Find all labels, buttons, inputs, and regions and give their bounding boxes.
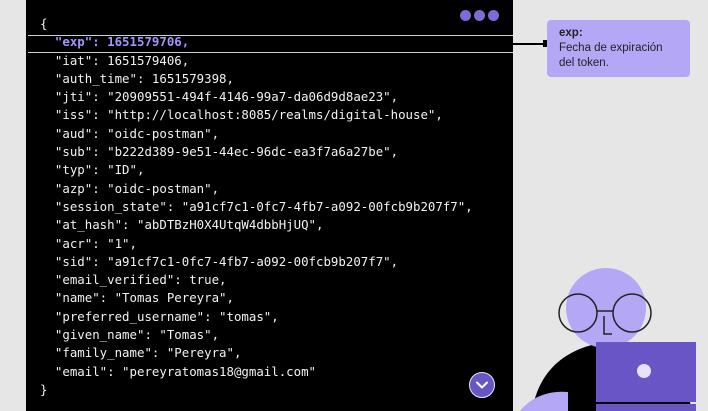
code-line: "preferred_username": "tomas",	[54, 308, 279, 324]
window-dot	[488, 10, 499, 21]
json-code-block: { "exp": 1651579706, "iat": 1651579406, …	[40, 15, 473, 399]
code-line: "at_hash": "abDTBzH0X4UtqW4dbbHjUQ",	[54, 217, 324, 233]
code-line: "given_name": "Tomas",	[54, 327, 220, 343]
code-line: "sid": "a91cf7c1-0fc7-4fb7-a092-00fcb9b2…	[54, 253, 399, 269]
tooltip-text-line1: Fecha de expiración	[559, 42, 663, 54]
highlight-rule-bottom	[28, 52, 513, 53]
window-dot	[474, 10, 485, 21]
code-line: "family_name": "Pereyra",	[54, 345, 242, 361]
code-panel: { "exp": 1651579706, "iat": 1651579406, …	[26, 0, 513, 411]
open-brace: {	[40, 16, 48, 31]
code-line: "email": "pereyratomas18@gmail.com"	[54, 363, 317, 379]
scroll-down-button[interactable]	[469, 372, 495, 398]
exp-tooltip: exp: Fecha de expiración del token.	[547, 20, 690, 77]
tooltip-connector	[513, 43, 547, 45]
code-line: "jti": "20909551-494f-4146-99a7-da06d9d8…	[54, 89, 399, 105]
person-laptop-illustration	[520, 268, 696, 411]
highlighted-exp-line: "exp": 1651579706,	[54, 34, 190, 50]
code-line: "iss": "http://localhost:8085/realms/dig…	[54, 107, 443, 123]
highlight-rule-top	[28, 35, 513, 36]
code-line: "sub": "b222d389-9e51-44ec-96dc-ea3f7a6a…	[54, 144, 399, 160]
chevron-down-icon	[476, 381, 488, 389]
close-brace: }	[40, 381, 48, 397]
code-line: "auth_time": 1651579398,	[54, 70, 234, 86]
code-line: "email_verified": true,	[54, 272, 227, 288]
code-line: "name": "Tomas Pereyra",	[54, 290, 234, 306]
tooltip-text-line2: del token.	[559, 57, 609, 69]
code-line: "typ": "ID",	[54, 162, 145, 178]
code-line: "session_state": "a91cf7c1-0fc7-4fb7-a09…	[54, 198, 473, 214]
code-line: "acr": "1",	[54, 235, 137, 251]
code-line: "azp": "oidc-postman",	[54, 180, 220, 196]
tooltip-title: exp:	[559, 27, 583, 39]
code-line: "aud": "oidc-postman",	[54, 125, 220, 141]
code-line: "iat": 1651579406,	[54, 52, 190, 68]
